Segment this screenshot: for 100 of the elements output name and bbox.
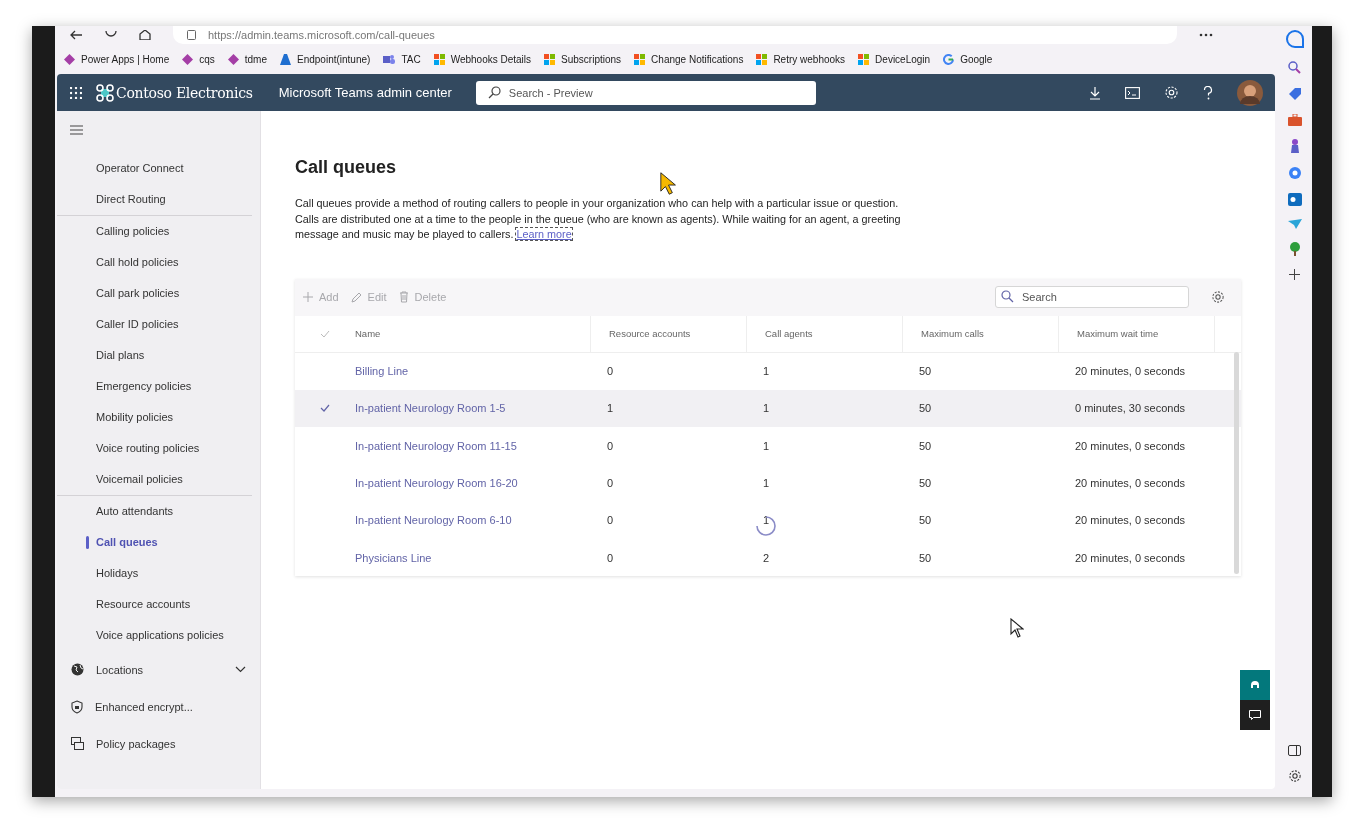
- bookmark-link[interactable]: Google: [943, 53, 993, 65]
- search-field[interactable]: Search: [995, 286, 1189, 308]
- nav-item[interactable]: Voice applications policies: [57, 620, 252, 651]
- nav-item[interactable]: Operator Connect: [57, 153, 260, 184]
- stack-icon: [71, 737, 84, 750]
- search-field[interactable]: Search - Preview: [475, 80, 816, 105]
- bookmark-link[interactable]: tdme: [227, 53, 267, 65]
- triangle-icon: [280, 53, 291, 65]
- bookmark-link[interactable]: Power Apps | Home: [64, 53, 170, 65]
- more-icon[interactable]: [1199, 33, 1213, 37]
- support-button[interactable]: [1240, 670, 1270, 700]
- plane-icon[interactable]: [1287, 219, 1302, 229]
- bookmark-link[interactable]: Subscriptions: [544, 53, 622, 65]
- bookmark-link[interactable]: DeviceLogin: [858, 53, 931, 65]
- table-row[interactable]: In-patient Neurology Room 6-10 0 1 50 20 minutes, 0 seconds: [295, 501, 1241, 539]
- table-row[interactable]: In-patient Neurology Room 1-5 1 1 50 0 minutes, 30 seconds: [295, 389, 1241, 428]
- column-header[interactable]: Name: [355, 315, 591, 352]
- table-cell: 0: [607, 551, 614, 564]
- scrollbar[interactable]: [1234, 351, 1239, 574]
- check-icon[interactable]: [320, 329, 330, 338]
- feedback-button[interactable]: [1240, 700, 1270, 730]
- mail-icon[interactable]: [1287, 193, 1302, 206]
- search-icon[interactable]: [1288, 61, 1301, 74]
- table-cell: 20 minutes, 0 seconds: [1075, 551, 1186, 564]
- nav-item[interactable]: Dial plans: [57, 340, 252, 371]
- nav-item[interactable]: Voice routing policies: [57, 433, 252, 464]
- table-row[interactable]: Physicians Line 0 2 50 20 minutes, 0 seconds: [295, 539, 1241, 577]
- queue-name-link[interactable]: In-patient Neurology Room 6-10: [355, 514, 512, 527]
- bookmark-link[interactable]: TAC: [383, 53, 421, 65]
- download-icon[interactable]: [1089, 85, 1101, 100]
- help-icon[interactable]: [1203, 85, 1213, 100]
- bookmark-link[interactable]: cqs: [182, 53, 215, 65]
- table-cell: 0: [607, 514, 614, 527]
- learn-more-link[interactable]: Learn more: [516, 228, 572, 240]
- nav-item[interactable]: Enhanced encrypt...: [57, 688, 260, 725]
- chess-piece-icon[interactable]: [1288, 139, 1301, 153]
- nav-item[interactable]: Policy packages: [57, 725, 260, 762]
- queue-name-link[interactable]: In-patient Neurology Room 16-20: [355, 477, 518, 490]
- sidebar-toggle-icon[interactable]: [1288, 745, 1301, 756]
- nav-item[interactable]: Caller ID policies: [57, 309, 252, 340]
- nav-item[interactable]: Emergency policies: [57, 371, 252, 402]
- nav-item[interactable]: Call queues: [57, 527, 252, 558]
- table-cell: 50: [919, 439, 932, 452]
- squares-icon: [433, 53, 445, 65]
- bookmark-link[interactable]: Change Notifications: [634, 53, 744, 65]
- avatar[interactable]: [1237, 79, 1263, 106]
- brand-name: Contoso Electronics: [116, 84, 253, 101]
- column-header[interactable]: Maximum wait time: [1059, 315, 1215, 352]
- nav-item[interactable]: Direct Routing: [57, 184, 260, 215]
- page-icon[interactable]: [187, 30, 196, 40]
- bookmark-link[interactable]: Retry webhooks: [756, 53, 846, 65]
- column-header[interactable]: Call agents: [747, 315, 903, 352]
- table-row[interactable]: In-patient Neurology Room 16-20 0 1 50 20 minutes, 0 seconds: [295, 464, 1241, 502]
- bookmark-link[interactable]: Webhooks Details: [433, 53, 532, 65]
- briefcase-icon[interactable]: [1287, 114, 1302, 126]
- loading-spinner-icon: [755, 515, 777, 537]
- bookmark-link[interactable]: Endpoint(intune): [280, 53, 371, 65]
- settings-icon[interactable]: [1211, 290, 1225, 304]
- nav-item[interactable]: Call hold policies: [57, 247, 252, 278]
- table-row[interactable]: Billing Line 0 1 50 20 minutes, 0 seconds: [295, 352, 1241, 390]
- tag-icon[interactable]: [1287, 87, 1302, 101]
- home-icon[interactable]: [139, 30, 151, 40]
- squares-icon: [634, 53, 646, 65]
- address-bar[interactable]: https://admin.teams.microsoft.com/call-queues: [173, 26, 1177, 44]
- table-cell: 1: [607, 402, 614, 415]
- nav-item[interactable]: Auto attendants: [57, 496, 252, 527]
- table-cell: 50: [919, 551, 932, 564]
- column-header[interactable]: Resource accounts: [591, 315, 747, 352]
- nav-item[interactable]: Locations: [57, 651, 260, 688]
- app-title: Microsoft Teams admin center: [278, 85, 452, 100]
- nav-item[interactable]: Call park policies: [57, 278, 252, 309]
- nav-item[interactable]: Mobility policies: [57, 402, 252, 433]
- back-icon[interactable]: [69, 30, 83, 40]
- nav-item[interactable]: Resource accounts: [57, 589, 252, 620]
- settings-icon[interactable]: [1287, 769, 1302, 783]
- circle-icon[interactable]: [1287, 166, 1302, 180]
- diamond-icon: [64, 53, 75, 65]
- nav-item[interactable]: Voicemail policies: [57, 464, 252, 495]
- nav-item[interactable]: Calling policies: [57, 216, 252, 247]
- tree-icon[interactable]: [1288, 242, 1301, 256]
- queue-name-link[interactable]: In-patient Neurology Room 11-15: [355, 439, 517, 452]
- diamond-icon: [227, 53, 239, 65]
- plus-icon[interactable]: [1289, 269, 1300, 280]
- table-cell: 1: [763, 402, 770, 415]
- column-header[interactable]: Maximum calls: [903, 315, 1059, 352]
- chat-icon: [1249, 710, 1261, 720]
- queue-name-link[interactable]: Physicians Line: [355, 551, 432, 564]
- table-cell: 50: [919, 514, 932, 527]
- nav-item[interactable]: Holidays: [57, 558, 252, 589]
- app-launcher-icon[interactable]: [70, 86, 82, 99]
- terminal-icon[interactable]: [1125, 86, 1140, 99]
- globe-icon: [71, 663, 84, 676]
- check-icon[interactable]: [320, 404, 330, 413]
- queue-name-link[interactable]: Billing Line: [355, 365, 409, 378]
- people-icon: [383, 53, 396, 65]
- table-row[interactable]: In-patient Neurology Room 11-15 0 1 50 20 minutes, 0 seconds: [295, 427, 1241, 465]
- squares-icon: [858, 53, 870, 65]
- queue-name-link[interactable]: In-patient Neurology Room 1-5: [355, 402, 506, 415]
- table-cell: 0: [607, 477, 614, 490]
- trash-icon: [398, 291, 409, 303]
